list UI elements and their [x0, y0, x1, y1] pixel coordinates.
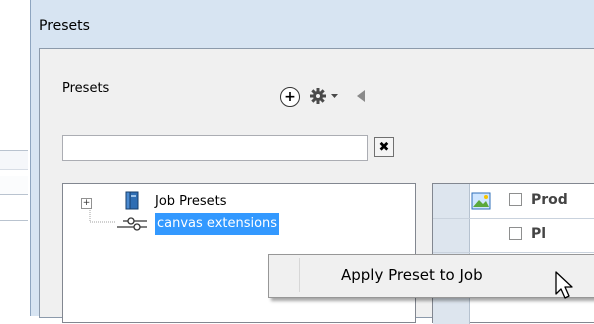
- slider-icon: [117, 217, 147, 231]
- preset-search-input[interactable]: [62, 135, 368, 161]
- add-preset-button[interactable]: +: [280, 87, 300, 107]
- row-checkbox[interactable]: [509, 193, 522, 206]
- grid-row[interactable]: Pl: [433, 218, 594, 253]
- mouse-pointer-icon: [555, 271, 573, 299]
- tree-item-label-selected: canvas extensions: [155, 213, 280, 235]
- background-row: [0, 206, 28, 221]
- apply-preset-to-job-menu-item[interactable]: Apply Preset to Job: [273, 258, 593, 292]
- window-title: Presets: [39, 18, 90, 34]
- menu-item-label: Apply Preset to Job: [341, 266, 483, 284]
- collapse-panel-button[interactable]: [354, 87, 368, 105]
- panel-label: Presets: [62, 81, 110, 96]
- settings-menu-button[interactable]: [308, 85, 342, 107]
- clear-search-button[interactable]: ✖: [374, 137, 394, 157]
- grid-cell-text: Prod: [531, 192, 568, 208]
- grid-row[interactable]: Prod: [433, 184, 594, 219]
- gear-icon: [310, 88, 338, 104]
- background-row: [0, 176, 28, 195]
- grid-cell-text: Pl: [531, 226, 547, 242]
- tree-item-label: Job Presets: [155, 194, 227, 209]
- tree-item-canvas-extensions[interactable]: canvas extensions: [63, 213, 403, 235]
- context-menu: Apply Preset to Job: [268, 254, 594, 298]
- presets-tree: + Job Presets canvas extensions: [62, 183, 416, 323]
- expand-toggle[interactable]: +: [81, 198, 92, 209]
- background-row: [0, 150, 28, 170]
- chevron-down-icon: [331, 94, 338, 98]
- book-icon: [125, 191, 139, 210]
- tree-item-job-presets[interactable]: + Job Presets: [63, 191, 403, 212]
- image-thumbnail-icon: [471, 192, 491, 210]
- plus-circle-icon: +: [284, 89, 296, 105]
- background-window-fragments: [0, 150, 28, 230]
- triangle-left-icon: [357, 90, 365, 102]
- row-checkbox[interactable]: [509, 227, 522, 240]
